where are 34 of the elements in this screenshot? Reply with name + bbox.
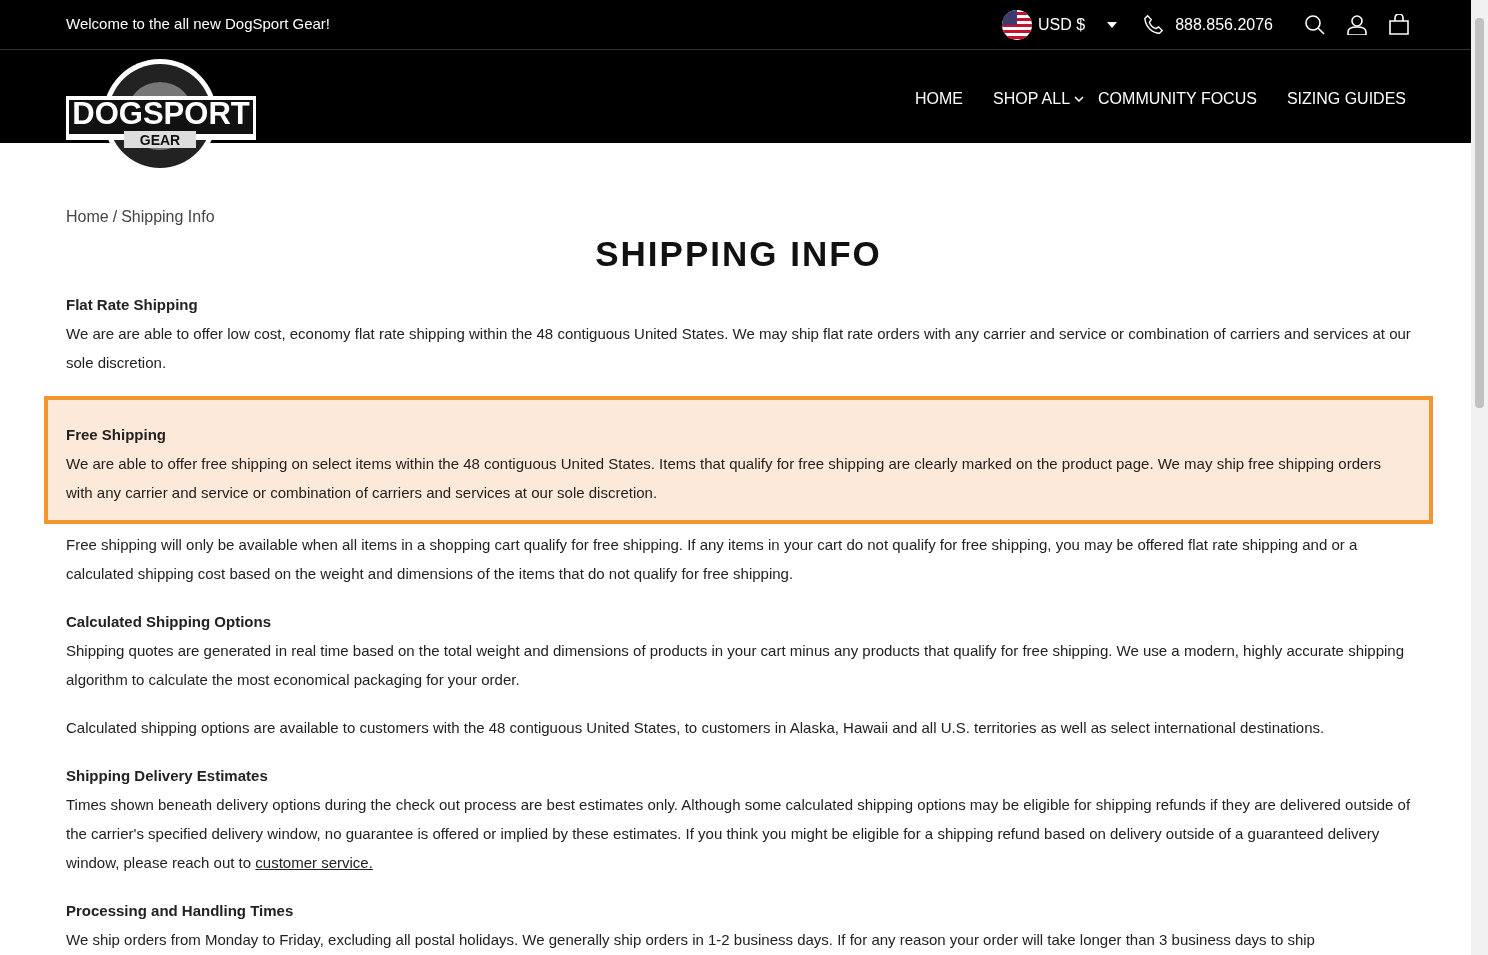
breadcrumb-separator: / bbox=[112, 208, 118, 225]
chevron-icon[interactable] bbox=[1074, 96, 1085, 102]
flag-icon bbox=[1002, 9, 1032, 40]
scrollbar[interactable] bbox=[1471, 0, 1488, 955]
breadcrumb-current[interactable]: Shipping Info bbox=[121, 208, 215, 225]
page-title: SHIPPING INFO bbox=[594, 235, 883, 274]
nav-link[interactable]: SIZING GUIDES bbox=[1286, 87, 1406, 111]
nav-link[interactable]: SHOP ALL bbox=[992, 87, 1071, 111]
phone-number[interactable]: 888.856.2076 bbox=[1175, 12, 1273, 37]
paragraph: Times shown beneath delivery options during the check out process are best estimates only. Although some calculated shipping options may be eligible for shipping refunds if they are delivered outside of the carrier's specified delivery window, no guarantee is offered or implied by these estimates. If you think you might be eligible for a shipping refund based on delivery outside of a guaranteed delivery window, please reach out to customer service. bbox=[66, 794, 1411, 873]
section-heading: Flat Rate Shipping bbox=[66, 294, 199, 315]
section-heading: Shipping Delivery Estimates bbox=[66, 765, 269, 786]
paragraph: We are able to offer free shipping on select items within the 48 contiguous United States. Items that qualify for free shipping are clearly marked on the product page. We may ship free shipping orders with any carrier and service or combination of carriers and services at our sole discretion. bbox=[66, 453, 1382, 503]
phone-icon bbox=[1143, 13, 1166, 36]
paragraph: Calculated shipping options are available to customers with the 48 contiguous United States, to customers in Alaska, Hawaii and all U.S. territories as well as select international destinations. bbox=[66, 717, 1326, 738]
cart-icon[interactable] bbox=[1389, 14, 1409, 35]
paragraph: We are are able to offer low cost, economy flat rate shipping within the 48 contiguous United States. We may ship flat rate orders with any carrier and service or combination of carriers and services at our sole discretion. bbox=[66, 323, 1411, 373]
section-heading: Calculated Shipping Options bbox=[66, 611, 272, 632]
section-heading: Free Shipping bbox=[66, 424, 167, 445]
search-icon[interactable] bbox=[1305, 14, 1325, 35]
section-heading: Processing and Handling Times bbox=[66, 900, 295, 921]
caret-icon[interactable] bbox=[1107, 21, 1118, 28]
logo-subtitle: GEAR bbox=[139, 132, 181, 148]
currency-selector[interactable]: USD $ bbox=[1038, 12, 1086, 37]
paragraph: We ship orders from Monday to Friday, excluding all postal holidays. We generally ship orders in 1-2 business days. If for any reason your order will take longer than 3 business days to ship bbox=[66, 929, 1316, 950]
welcome-message: Welcome to the all new DogSport Gear! bbox=[66, 14, 331, 35]
paragraph: Shipping quotes are generated in real time based on the total weight and dimensions of products in your cart minus any products that qualify for free shipping. We use a modern, highly accurate shipping algorithm to calculate the most economical packaging for your order. bbox=[66, 640, 1405, 690]
customer-service-link[interactable]: customer service. bbox=[255, 853, 373, 871]
paragraph: Free shipping will only be available when all items in a shopping cart qualify for free shipping. If any items in your cart do not qualify for free shipping, you may be offered flat rate shipping and or a calculated shipping cost based on the weight and dimensions of the items that do not qualify for free shipping. bbox=[66, 534, 1359, 584]
nav-link[interactable]: COMMUNITY FOCUS bbox=[1098, 87, 1257, 111]
breadcrumb-link[interactable]: Home bbox=[66, 208, 109, 225]
account-icon[interactable] bbox=[1347, 14, 1367, 35]
nav-link[interactable]: HOME bbox=[914, 87, 963, 111]
logo-wordmark: DOGSPORT bbox=[72, 96, 250, 131]
